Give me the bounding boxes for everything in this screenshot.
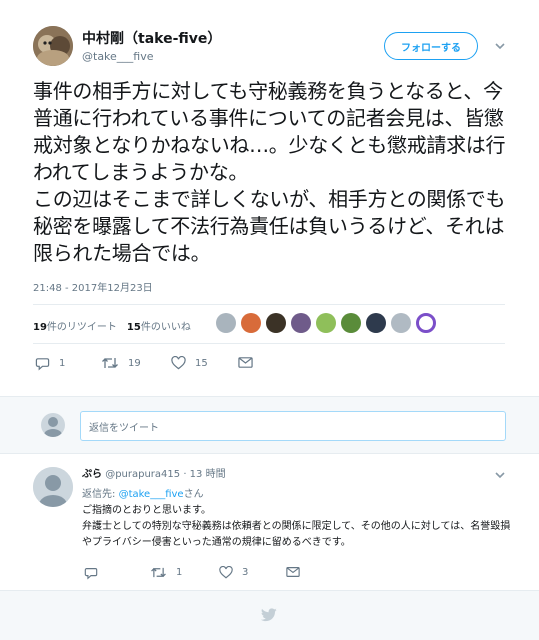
footer (0, 590, 539, 640)
liker-avatar[interactable] (391, 313, 411, 333)
liker-avatar[interactable] (316, 313, 336, 333)
retweet-stat-count: 19 (33, 322, 47, 333)
liker-avatar[interactable] (366, 313, 386, 333)
author-avatar[interactable] (33, 26, 73, 66)
reply-to-handle[interactable]: @take___five (119, 489, 184, 500)
like-stat[interactable]: 15件のいいね (127, 318, 191, 333)
reply-like-action[interactable]: 3 (219, 566, 248, 579)
reply-composer: 返信をツイート (0, 396, 539, 454)
retweet-action[interactable]: 19 (101, 356, 141, 370)
reply-author-avatar[interactable] (33, 467, 73, 507)
liker-avatars (216, 313, 436, 333)
retweet-stat-label: 件のリツイート (46, 322, 117, 333)
liker-avatar[interactable] (216, 313, 236, 333)
envelope-icon (286, 567, 300, 577)
author-display-name[interactable]: 中村剛（take-five） (82, 28, 221, 48)
retweet-count: 19 (128, 357, 141, 369)
tweet-timestamp[interactable]: 21:48 - 2017年12月23日 (33, 279, 153, 294)
retweet-icon (151, 567, 166, 578)
like-count: 15 (195, 357, 208, 369)
reply-text-line: ご指摘のとおりと思います。 (82, 505, 211, 516)
liker-avatar[interactable] (416, 313, 436, 333)
follow-button[interactable]: フォローする (384, 32, 478, 60)
user-avatar (41, 413, 65, 437)
reply-retweet-action[interactable]: 1 (150, 566, 182, 579)
reply-text-line: 弁護士としての特別な守秘義務は依頼者との関係に限定して、その他の人に対しては、名… (82, 521, 511, 548)
main-tweet: 中村剛（take-five） @take___five フォローする 事件の相手… (0, 0, 539, 396)
chevron-down-icon[interactable] (493, 467, 507, 486)
reply-input[interactable]: 返信をツイート (80, 411, 506, 441)
reply-author-handle[interactable]: @purapura415 (105, 469, 180, 480)
like-stat-label: 件のいいね (140, 322, 191, 333)
liker-avatar[interactable] (341, 313, 361, 333)
reply-time[interactable]: · 13 時間 (183, 469, 225, 480)
envelope-icon (238, 357, 253, 368)
heart-icon (219, 566, 233, 579)
reply-count: 1 (59, 358, 66, 369)
reply-text: ご指摘のとおりと思います。 弁護士としての特別な守秘義務は依頼者との関係に限定し… (82, 503, 512, 551)
reply-to-line: 返信先: @take___fiveさん (82, 485, 204, 500)
reply-retweet-count: 1 (176, 567, 183, 578)
tweet-text: 事件の相手方に対しても守秘義務を負うとなると、今普通に行われている事件についての… (33, 79, 506, 265)
reply-to-suffix: さん (183, 489, 204, 500)
direct-message-action[interactable] (238, 356, 253, 369)
liker-avatar[interactable] (241, 313, 261, 333)
reply-action[interactable]: 1 (35, 356, 65, 371)
liker-avatar[interactable] (291, 313, 311, 333)
like-action[interactable]: 15 (171, 356, 208, 370)
retweet-stat[interactable]: 19件のリツイート (33, 318, 117, 333)
divider (33, 304, 505, 305)
divider (33, 343, 505, 344)
heart-icon (171, 356, 186, 370)
author-handle[interactable]: @take___five (82, 50, 154, 63)
liker-avatar[interactable] (266, 313, 286, 333)
reply-to-prefix: 返信先: (82, 489, 119, 500)
reply-icon (84, 568, 98, 580)
chevron-down-icon[interactable] (493, 38, 507, 52)
twitter-bird-icon (260, 607, 277, 626)
reply-header: ぷら @purapura415 · 13 時間 (82, 465, 226, 480)
reply-like-count: 3 (242, 567, 249, 578)
reply-reply-action[interactable] (84, 566, 107, 580)
reply-dm-action[interactable] (286, 566, 300, 578)
tweet-stats: 19件のリツイート 15件のいいね (33, 318, 191, 333)
like-stat-count: 15 (126, 322, 141, 333)
reply-tweet: ぷら @purapura415 · 13 時間 返信先: @take___fiv… (0, 455, 539, 590)
retweet-icon (102, 358, 118, 368)
reply-author-name[interactable]: ぷら (82, 469, 102, 480)
reply-icon (35, 358, 50, 371)
